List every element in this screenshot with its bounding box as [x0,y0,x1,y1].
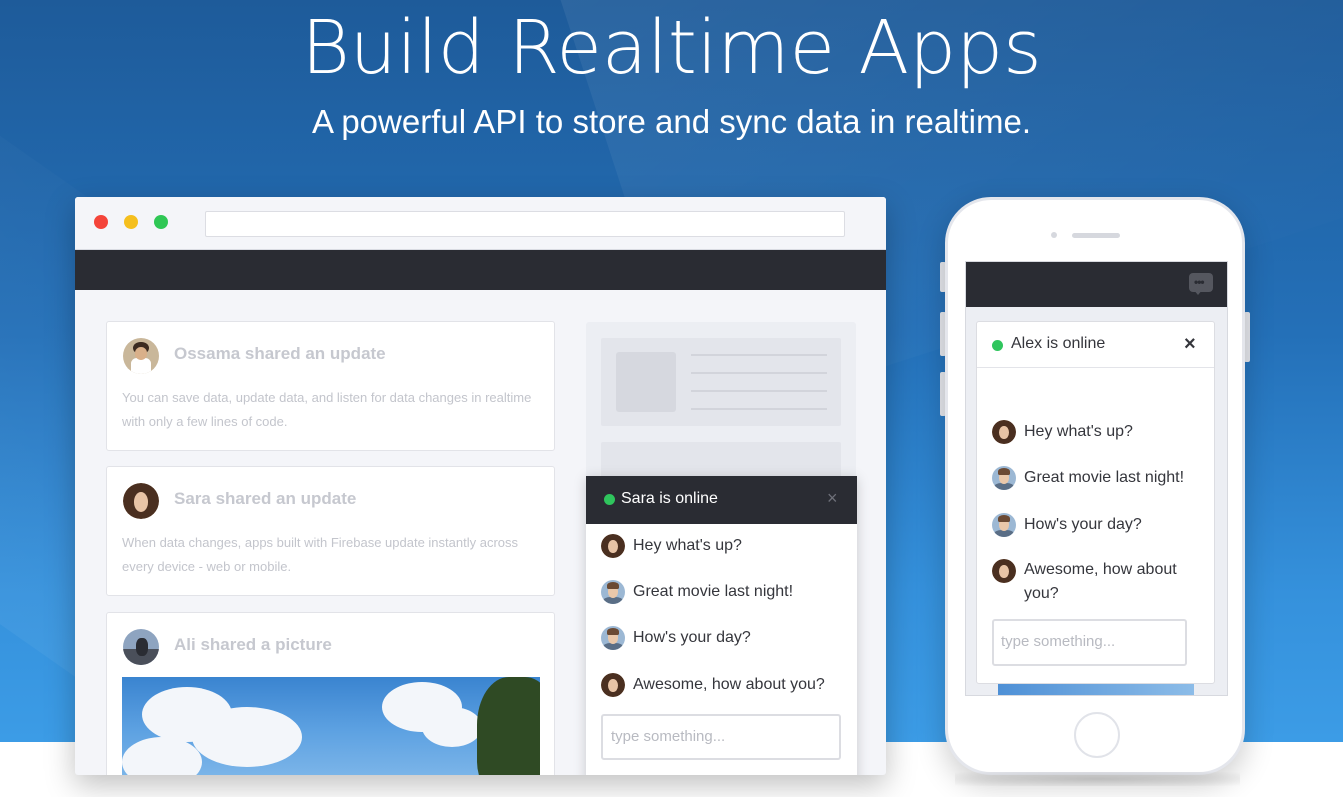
avatar [601,580,625,604]
chat-message: How's your day? [601,625,751,651]
sara-avatar [123,483,159,519]
chat-message: Great movie last night! [992,465,1184,491]
avatar [601,673,625,697]
avatar [992,513,1016,537]
avatar [601,626,625,650]
avatar [992,559,1016,583]
chat-status: Alex is online [1011,335,1106,352]
close-icon[interactable]: × [1184,333,1196,356]
home-button[interactable] [1074,712,1120,758]
avatar [601,534,625,558]
chat-header: Sara is online × [586,476,857,524]
browser-titlebar [75,197,886,250]
hero-subtitle: A powerful API to store and sync data in… [311,103,1032,140]
ossama-avatar [123,338,159,374]
online-status-icon [604,494,615,505]
speaker-grille [1072,233,1120,238]
camera-icon [1051,232,1057,238]
minimize-window-icon[interactable] [124,215,138,229]
feed-card-title: Sara shared an update [174,489,357,508]
chat-widget: Alex is online × Hey what's up? Great mo… [976,321,1215,684]
chat-message: How's your day? [992,512,1142,538]
avatar [992,466,1016,490]
app-navbar: ••• [966,262,1227,307]
hero-title: Build Realtime Apps [301,5,1042,91]
chat-status: Sara is online [621,490,718,507]
chat-message: Awesome, how about you? [992,558,1177,608]
feed-card-text: You can save data, update data, and list… [122,390,532,429]
avatar [992,420,1016,444]
close-window-icon[interactable] [94,215,108,229]
feed-card-text: When data changes, apps built with Fireb… [122,535,519,574]
ali-avatar [123,629,159,665]
app-navbar [75,250,886,290]
maximize-window-icon[interactable] [154,215,168,229]
phone-screen: ••• Alex is online × Hey what's up? Grea… [965,261,1228,696]
chat-message: Hey what's up? [601,533,742,559]
phone-mockup: ••• Alex is online × Hey what's up? Grea… [945,197,1245,775]
shared-photo [122,677,540,775]
close-icon[interactable]: × [827,488,838,509]
feed-card-title: Ossama shared an update [174,344,386,363]
chat-input[interactable]: type something... [601,714,841,760]
chat-message: Awesome, how about you? [601,672,825,698]
chat-widget: Sara is online × Hey what's up? Great mo… [586,476,857,775]
feed-card: Sara shared an update When data changes,… [106,466,555,596]
chat-input[interactable]: type something... [992,619,1187,666]
address-bar[interactable] [205,211,845,237]
chat-message: Hey what's up? [992,419,1133,445]
browser-mockup: Ossama shared an update You can save dat… [75,197,886,775]
chat-header: Alex is online × [977,322,1214,368]
online-status-icon [992,340,1003,351]
feed-card-title: Ali shared a picture [174,635,332,654]
chat-message: Great movie last night! [601,579,793,605]
feed-card: Ossama shared an update You can save dat… [106,321,555,451]
chat-bubble-icon[interactable]: ••• [1189,273,1213,295]
shared-photo [998,684,1194,695]
feed-card: Ali shared a picture [106,612,555,775]
